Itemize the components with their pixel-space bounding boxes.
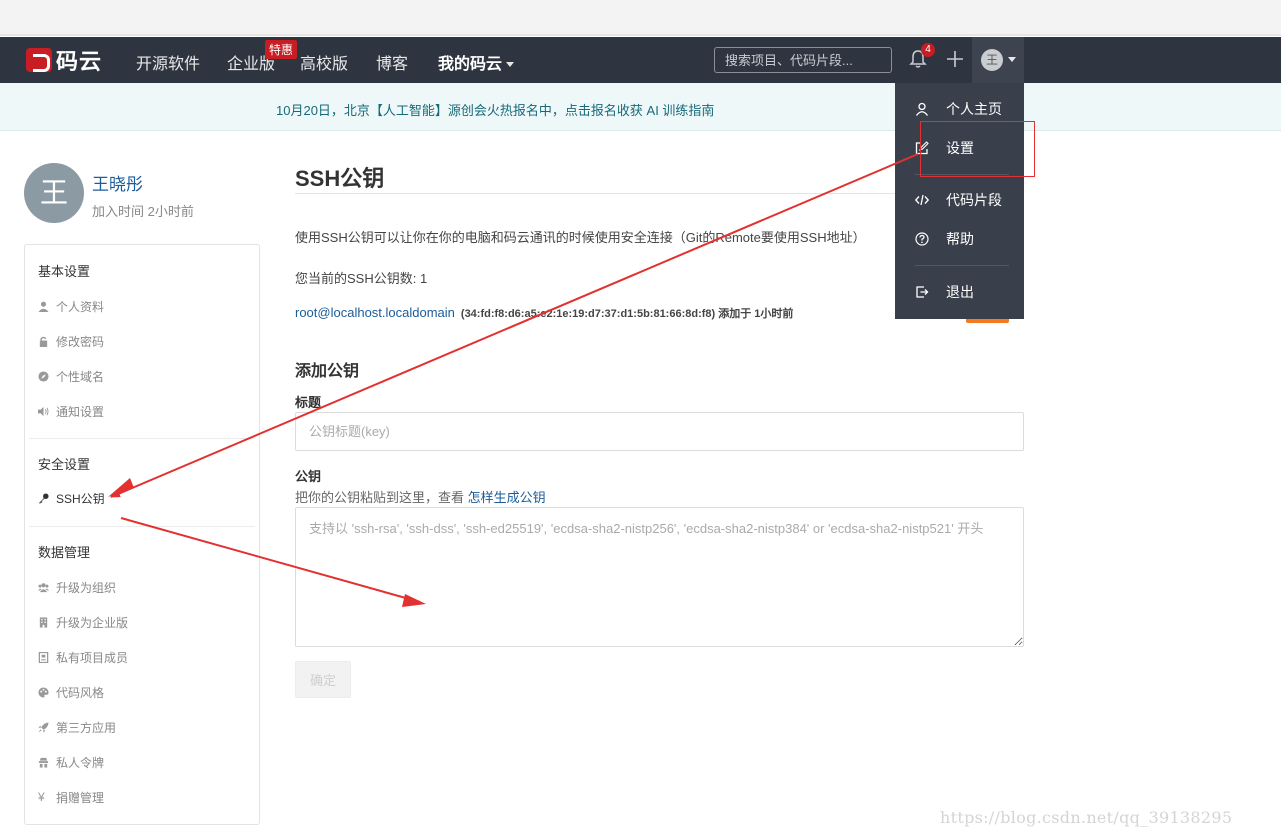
building-icon bbox=[39, 617, 48, 628]
plus-icon[interactable] bbox=[944, 48, 966, 70]
ssh-description: 使用SSH公钥可以让你在你的电脑和码云通讯的时候使用安全连接（Git的Remot… bbox=[295, 230, 866, 245]
menu-divider bbox=[915, 265, 1009, 266]
sidebar-group-data: 数据管理 bbox=[38, 545, 91, 560]
menu-item-label: 代码片段 bbox=[946, 192, 1002, 208]
ssh-key-item: root@localhost.localdomain (34:fd:f8:d6:a… bbox=[295, 305, 793, 321]
menu-item-help[interactable]: 帮助 bbox=[895, 221, 1024, 257]
profile-joined-time: 加入时间 2小时前 bbox=[92, 204, 194, 219]
sidebar-item-label: 私有项目成员 bbox=[56, 651, 129, 665]
users-icon bbox=[38, 583, 49, 593]
public-key-hint: 把你的公钥粘贴到这里，查看 怎样生成公钥 bbox=[295, 487, 546, 506]
sidebar-item-ssh-keys[interactable]: SSH公钥 bbox=[38, 490, 105, 507]
sidebar-item-profile[interactable]: 个人资料 bbox=[38, 298, 104, 315]
ssh-key-name[interactable]: root@localhost.localdomain bbox=[295, 305, 455, 320]
settings-sidebar: 基本设置 个人资料 修改密码 个性域名 通知设置 安全设置 SSH公钥 数据管理… bbox=[24, 244, 260, 825]
navbar: 码云 开源软件 企业版 特惠 高校版 博客 我的码云 4 王 bbox=[0, 37, 1281, 83]
profile-name[interactable]: 王晓彤 bbox=[92, 170, 143, 195]
enterprise-promo-badge: 特惠 bbox=[265, 40, 298, 59]
sidebar-item-label: 通知设置 bbox=[56, 405, 105, 419]
public-key-label: 公钥 bbox=[295, 469, 322, 484]
nav-my-gitee[interactable]: 我的码云 bbox=[438, 50, 515, 74]
sidebar-item-label: 捐赠管理 bbox=[56, 791, 105, 805]
help-icon bbox=[915, 232, 929, 246]
user-icon bbox=[38, 301, 49, 312]
page-title: SSH公钥 bbox=[295, 166, 385, 191]
code-icon bbox=[915, 194, 929, 206]
sidebar-item-label: 个人资料 bbox=[56, 300, 105, 314]
lock-icon bbox=[39, 336, 48, 347]
search-input[interactable] bbox=[714, 47, 892, 73]
sidebar-divider bbox=[29, 526, 255, 527]
sidebar-group-security: 安全设置 bbox=[38, 457, 91, 472]
sidebar-item-personal-tokens[interactable]: 私人令牌 bbox=[38, 754, 104, 771]
menu-item-label: 帮助 bbox=[946, 231, 974, 247]
gitee-logo-icon bbox=[26, 48, 52, 72]
logout-icon bbox=[916, 286, 929, 298]
key-title-label: 标题 bbox=[295, 395, 322, 410]
sidebar-item-label: 代码风格 bbox=[56, 686, 105, 700]
sidebar-item-password[interactable]: 修改密码 bbox=[38, 333, 104, 350]
chevron-down-icon bbox=[1008, 57, 1016, 62]
user-dropdown-menu: 个人主页 设置 代码片段 帮助 退出 bbox=[895, 83, 1024, 319]
sidebar-item-label: 个性域名 bbox=[56, 370, 105, 384]
chevron-down-icon bbox=[506, 62, 515, 68]
menu-item-logout[interactable]: 退出 bbox=[895, 274, 1024, 310]
sidebar-item-label: 私人令牌 bbox=[56, 756, 105, 770]
user-icon bbox=[915, 102, 929, 116]
badge-icon bbox=[38, 652, 49, 663]
nav-open-source[interactable]: 开源软件 bbox=[136, 50, 200, 74]
sidebar-item-upgrade-enterprise[interactable]: 升级为企业版 bbox=[38, 614, 128, 631]
sidebar-item-private-members[interactable]: 私有项目成员 bbox=[38, 649, 128, 666]
menu-item-label: 退出 bbox=[946, 284, 974, 300]
banner-link[interactable]: 10月20日，北京【人工智能】源创会火热报名中，点击报名收获 AI 训练指南 bbox=[276, 100, 714, 119]
browser-strip bbox=[0, 0, 1281, 36]
menu-item-snippets[interactable]: 代码片段 bbox=[895, 182, 1024, 218]
ssh-key-fingerprint: (34:fd:f8:d6:a5:e2:1e:19:d7:37:d1:5b:81:… bbox=[460, 308, 794, 320]
compass-icon bbox=[38, 371, 49, 382]
ssh-key-count: 您当前的SSH公钥数: 1 bbox=[295, 271, 428, 286]
notification-count-badge: 4 bbox=[921, 43, 935, 57]
logo[interactable]: 码云 bbox=[26, 47, 103, 74]
announcement-banner: 10月20日，北京【人工智能】源创会火热报名中，点击报名收获 AI 训练指南 bbox=[0, 83, 1281, 131]
logo-text: 码云 bbox=[56, 49, 103, 74]
sidebar-group-basic: 基本设置 bbox=[38, 264, 91, 279]
sidebar-item-code-style[interactable]: 代码风格 bbox=[38, 684, 104, 701]
sidebar-item-third-party-apps[interactable]: 第三方应用 bbox=[38, 719, 116, 736]
submit-button[interactable]: 确定 bbox=[295, 661, 351, 698]
sidebar-item-notifications[interactable]: 通知设置 bbox=[38, 403, 104, 420]
avatar: 王 bbox=[981, 49, 1003, 71]
nav-education[interactable]: 高校版 bbox=[300, 50, 348, 74]
key-icon bbox=[38, 493, 49, 504]
key-title-input[interactable] bbox=[295, 412, 1024, 451]
nav-blog[interactable]: 博客 bbox=[376, 50, 408, 74]
rocket-icon bbox=[38, 722, 49, 733]
sidebar-divider bbox=[29, 438, 255, 439]
profile-avatar[interactable]: 王 bbox=[24, 163, 84, 223]
sidebar-item-donations[interactable]: ¥ 捐赠管理 bbox=[38, 789, 104, 806]
watermark: https://blog.csdn.net/qq_39138295 bbox=[940, 808, 1233, 827]
volume-icon bbox=[38, 406, 49, 417]
user-menu-toggle[interactable]: 王 bbox=[972, 37, 1024, 83]
menu-item-label: 个人主页 bbox=[946, 101, 1002, 117]
annotation-highlight-box bbox=[920, 121, 1035, 177]
sidebar-item-label: 升级为组织 bbox=[56, 581, 117, 595]
sidebar-item-label: 第三方应用 bbox=[56, 721, 117, 735]
add-key-heading: 添加公钥 bbox=[295, 363, 360, 380]
how-to-generate-key-link[interactable]: 怎样生成公钥 bbox=[468, 490, 546, 505]
token-icon bbox=[38, 757, 49, 768]
public-key-textarea[interactable] bbox=[295, 507, 1024, 647]
sidebar-item-upgrade-org[interactable]: 升级为组织 bbox=[38, 579, 116, 596]
sidebar-item-label: SSH公钥 bbox=[56, 492, 105, 506]
public-key-hint-text: 把你的公钥粘贴到这里，查看 bbox=[295, 490, 465, 505]
nav-my-gitee-label: 我的码云 bbox=[438, 56, 503, 73]
sidebar-item-label: 修改密码 bbox=[56, 335, 105, 349]
palette-icon bbox=[38, 687, 49, 698]
sidebar-item-label: 升级为企业版 bbox=[56, 616, 129, 630]
sidebar-item-domain[interactable]: 个性域名 bbox=[38, 368, 104, 385]
yen-icon: ¥ bbox=[38, 790, 45, 804]
